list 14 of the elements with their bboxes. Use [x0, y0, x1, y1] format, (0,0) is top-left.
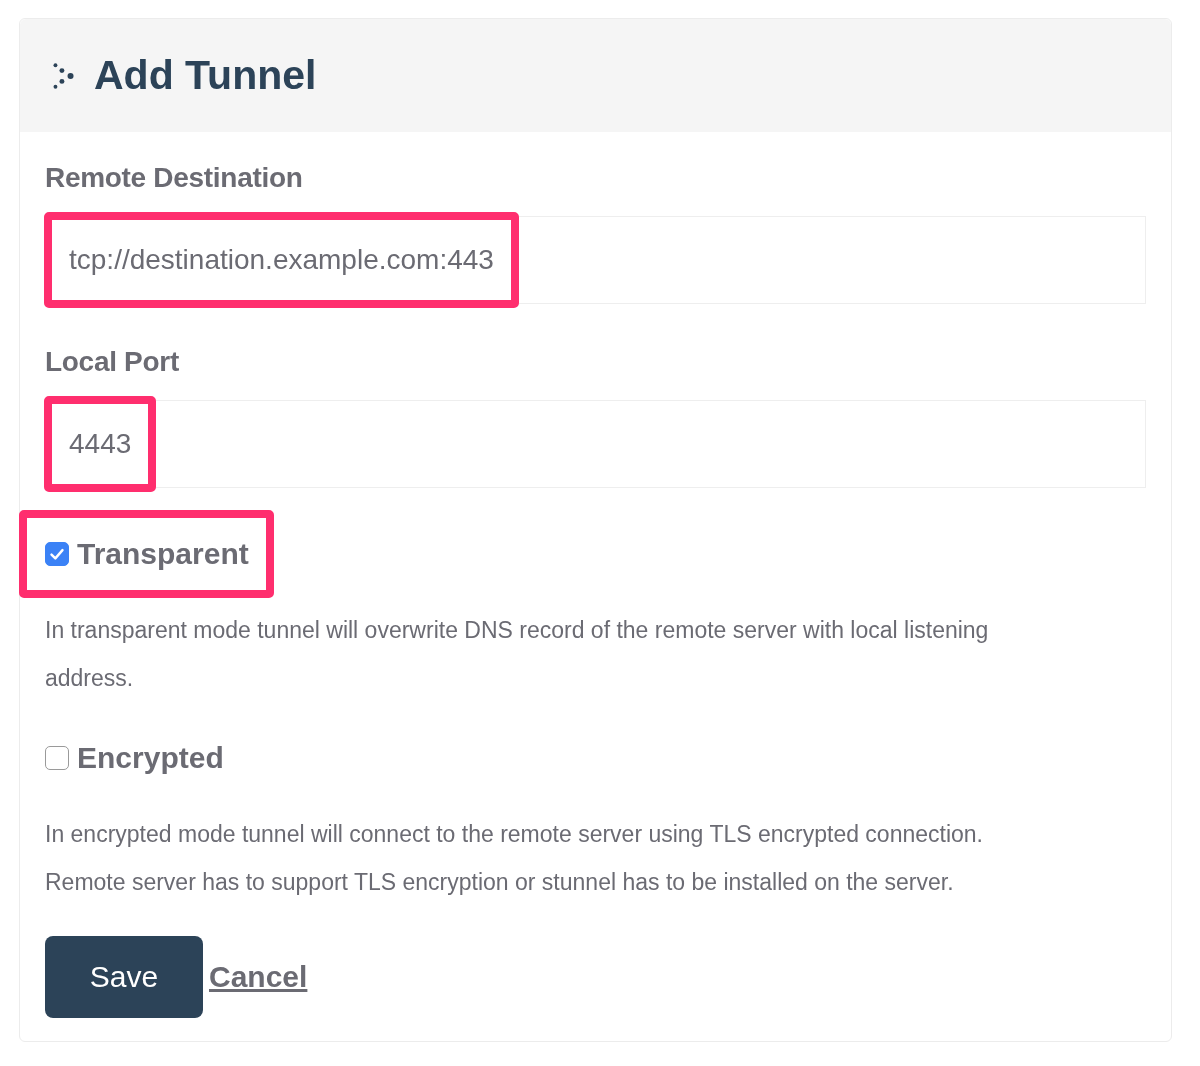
field-value: tcp://destination.example.com:443: [69, 244, 494, 276]
checkbox[interactable]: [45, 542, 69, 566]
help-text: In encrypted mode tunnel will connect to the remote server using TLS encrypted connection. Remote server has to support TLS encryption or stunnel has to be installed on the server.: [45, 820, 984, 897]
checkbox-label: Encrypted: [77, 741, 224, 775]
save-button[interactable]: Save: [45, 936, 203, 1018]
checkbox-label: Transparent: [77, 537, 249, 571]
field-label: Remote Destination: [45, 162, 304, 194]
help-text: In transparent mode tunnel will overwrite DNS record of the remote server with local listening address.: [45, 616, 990, 693]
cancel-link[interactable]: Cancel: [209, 960, 308, 994]
field-label: Local Port: [45, 346, 180, 378]
dots-icon: [52, 61, 74, 90]
card-title: Add Tunnel: [94, 52, 317, 99]
field-value: 4443: [69, 428, 132, 460]
checkbox[interactable]: [45, 746, 69, 770]
